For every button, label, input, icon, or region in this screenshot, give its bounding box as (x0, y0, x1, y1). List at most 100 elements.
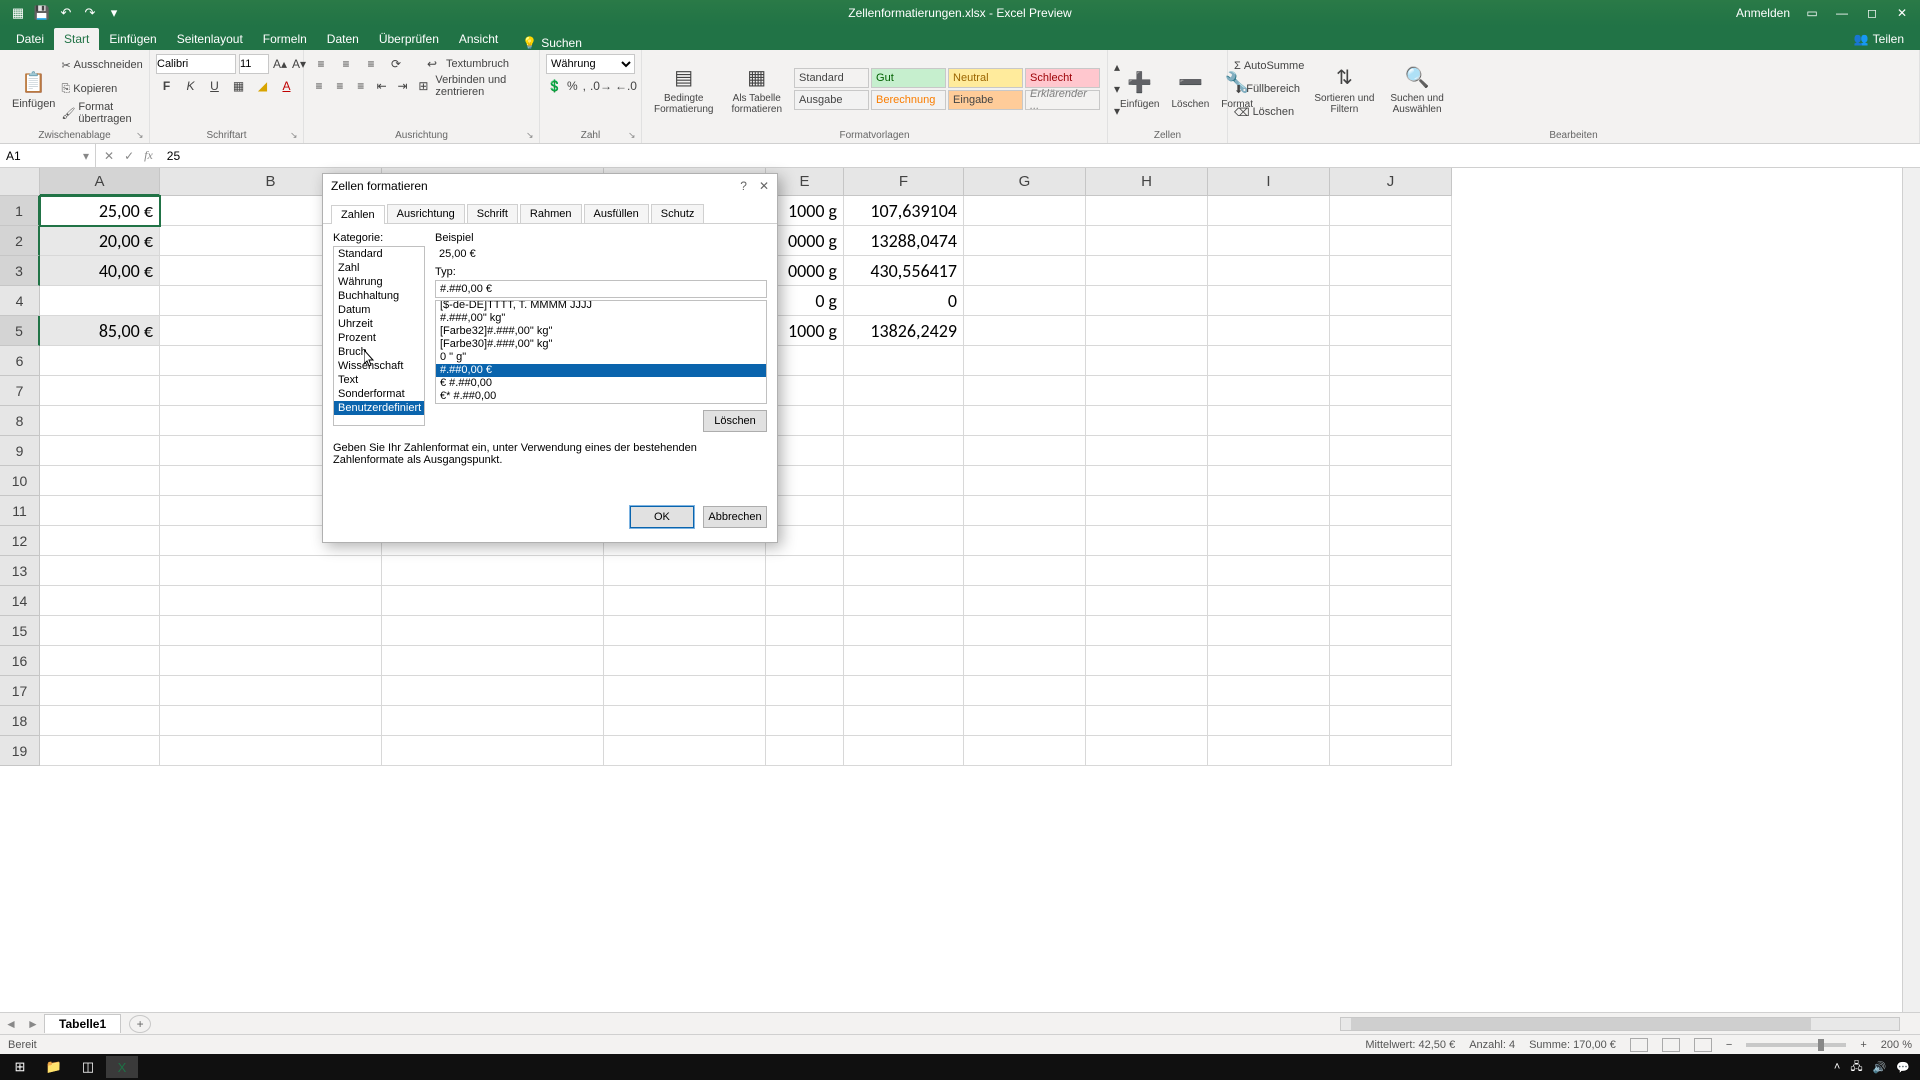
spreadsheet-grid[interactable]: ABCDEFGHIJ 12345678910111213141516171819… (0, 168, 1920, 1012)
row-header[interactable]: 17 (0, 676, 40, 706)
cell[interactable] (40, 556, 160, 586)
cell[interactable] (382, 586, 604, 616)
paste-button[interactable]: 📋 Einfügen (6, 53, 61, 125)
row-header[interactable]: 7 (0, 376, 40, 406)
cell[interactable] (964, 406, 1086, 436)
cell[interactable] (1208, 586, 1330, 616)
redo-icon[interactable]: ↷ (82, 5, 98, 21)
cell[interactable] (1208, 646, 1330, 676)
cell[interactable]: 40,00 € (40, 256, 160, 286)
start-button[interactable]: ⊞ (4, 1056, 36, 1078)
cell[interactable] (844, 616, 964, 646)
cell[interactable] (766, 616, 844, 646)
accounting-format-icon[interactable]: 💲 (546, 75, 563, 97)
cell[interactable] (40, 346, 160, 376)
cell[interactable] (964, 586, 1086, 616)
row-header[interactable]: 2 (0, 226, 40, 256)
cell[interactable]: 13826,2429 (844, 316, 964, 346)
cell[interactable] (964, 496, 1086, 526)
cell[interactable] (160, 676, 382, 706)
tab-page-layout[interactable]: Seitenlayout (167, 28, 253, 50)
cell[interactable] (382, 556, 604, 586)
cell[interactable] (964, 736, 1086, 766)
category-list[interactable]: StandardZahlWährungBuchhaltungDatumUhrze… (333, 246, 425, 426)
enter-formula-icon[interactable]: ✓ (124, 149, 134, 163)
cell[interactable] (40, 706, 160, 736)
cell[interactable] (964, 526, 1086, 556)
cell[interactable] (1330, 556, 1452, 586)
cell[interactable] (964, 376, 1086, 406)
cancel-button[interactable]: Abbrechen (703, 506, 767, 528)
number-dialog-launcher-icon[interactable]: ↘ (628, 130, 638, 140)
cell[interactable] (1086, 526, 1208, 556)
cell[interactable] (40, 676, 160, 706)
type-list-item[interactable]: [Farbe30]#.###,00" kg" (436, 338, 766, 351)
row-header[interactable]: 5 (0, 316, 40, 346)
cell[interactable] (1208, 436, 1330, 466)
font-color-icon[interactable]: A (276, 75, 297, 97)
cell[interactable] (160, 706, 382, 736)
vertical-scrollbar[interactable] (1902, 168, 1920, 1012)
cell[interactable] (844, 646, 964, 676)
category-item[interactable]: Wissenschaft (334, 359, 424, 373)
column-header[interactable]: F (844, 168, 964, 196)
cell[interactable] (40, 376, 160, 406)
cell[interactable]: 20,00 € (40, 226, 160, 256)
cell[interactable] (604, 556, 766, 586)
cell[interactable] (604, 646, 766, 676)
cell[interactable] (40, 496, 160, 526)
cell[interactable] (1086, 226, 1208, 256)
bold-icon[interactable]: F (156, 75, 177, 97)
cell[interactable] (1208, 736, 1330, 766)
cell[interactable] (1086, 676, 1208, 706)
tell-me-search[interactable]: 💡 Suchen (522, 36, 582, 50)
font-size-combo[interactable] (239, 54, 269, 74)
conditional-formatting-button[interactable]: ▤ Bedingte Formatierung (648, 53, 719, 125)
cell[interactable]: 25,00 € (40, 196, 160, 226)
column-header[interactable]: J (1330, 168, 1452, 196)
dialog-tab[interactable]: Schrift (467, 204, 518, 223)
cell[interactable] (1330, 706, 1452, 736)
ok-button[interactable]: OK (630, 506, 694, 528)
zoom-out-icon[interactable]: − (1726, 1039, 1732, 1051)
cell[interactable] (1208, 676, 1330, 706)
cell[interactable] (160, 586, 382, 616)
cell[interactable] (40, 526, 160, 556)
orientation-icon[interactable]: ⟳ (385, 53, 407, 75)
cell[interactable] (844, 496, 964, 526)
undo-icon[interactable]: ↶ (58, 5, 74, 21)
cell[interactable] (1086, 466, 1208, 496)
cell[interactable] (40, 586, 160, 616)
cell[interactable] (1208, 376, 1330, 406)
cell[interactable] (844, 346, 964, 376)
sheet-nav-prev-icon[interactable]: ◄ (0, 1017, 22, 1031)
cell[interactable] (766, 706, 844, 736)
sheet-nav-next-icon[interactable]: ► (22, 1017, 44, 1031)
column-header[interactable]: G (964, 168, 1086, 196)
increase-indent-icon[interactable]: ⇥ (394, 75, 412, 97)
decrease-decimal-icon[interactable]: ←.0 (615, 75, 637, 97)
cell[interactable] (1208, 556, 1330, 586)
cell[interactable] (1208, 616, 1330, 646)
row-header[interactable]: 11 (0, 496, 40, 526)
cell[interactable] (382, 676, 604, 706)
category-item[interactable]: Prozent (334, 331, 424, 345)
type-list-item[interactable]: [$-de-DE]TTTT, T. MMMM JJJJ (436, 300, 766, 312)
cell[interactable] (382, 646, 604, 676)
number-format-select[interactable]: Währung (546, 54, 635, 74)
cell[interactable]: 0 (844, 286, 964, 316)
dialog-tab[interactable]: Zahlen (331, 205, 385, 224)
cell[interactable] (1330, 286, 1452, 316)
cell[interactable] (844, 736, 964, 766)
cell[interactable] (964, 646, 1086, 676)
cell[interactable] (1086, 286, 1208, 316)
cell-style-input[interactable]: Eingabe (948, 90, 1023, 110)
row-header[interactable]: 8 (0, 406, 40, 436)
fill-color-icon[interactable]: ◢ (252, 75, 273, 97)
row-header[interactable]: 16 (0, 646, 40, 676)
cell[interactable] (1330, 466, 1452, 496)
cell[interactable] (160, 556, 382, 586)
category-item[interactable]: Text (334, 373, 424, 387)
cell[interactable] (766, 556, 844, 586)
cell[interactable] (1208, 256, 1330, 286)
